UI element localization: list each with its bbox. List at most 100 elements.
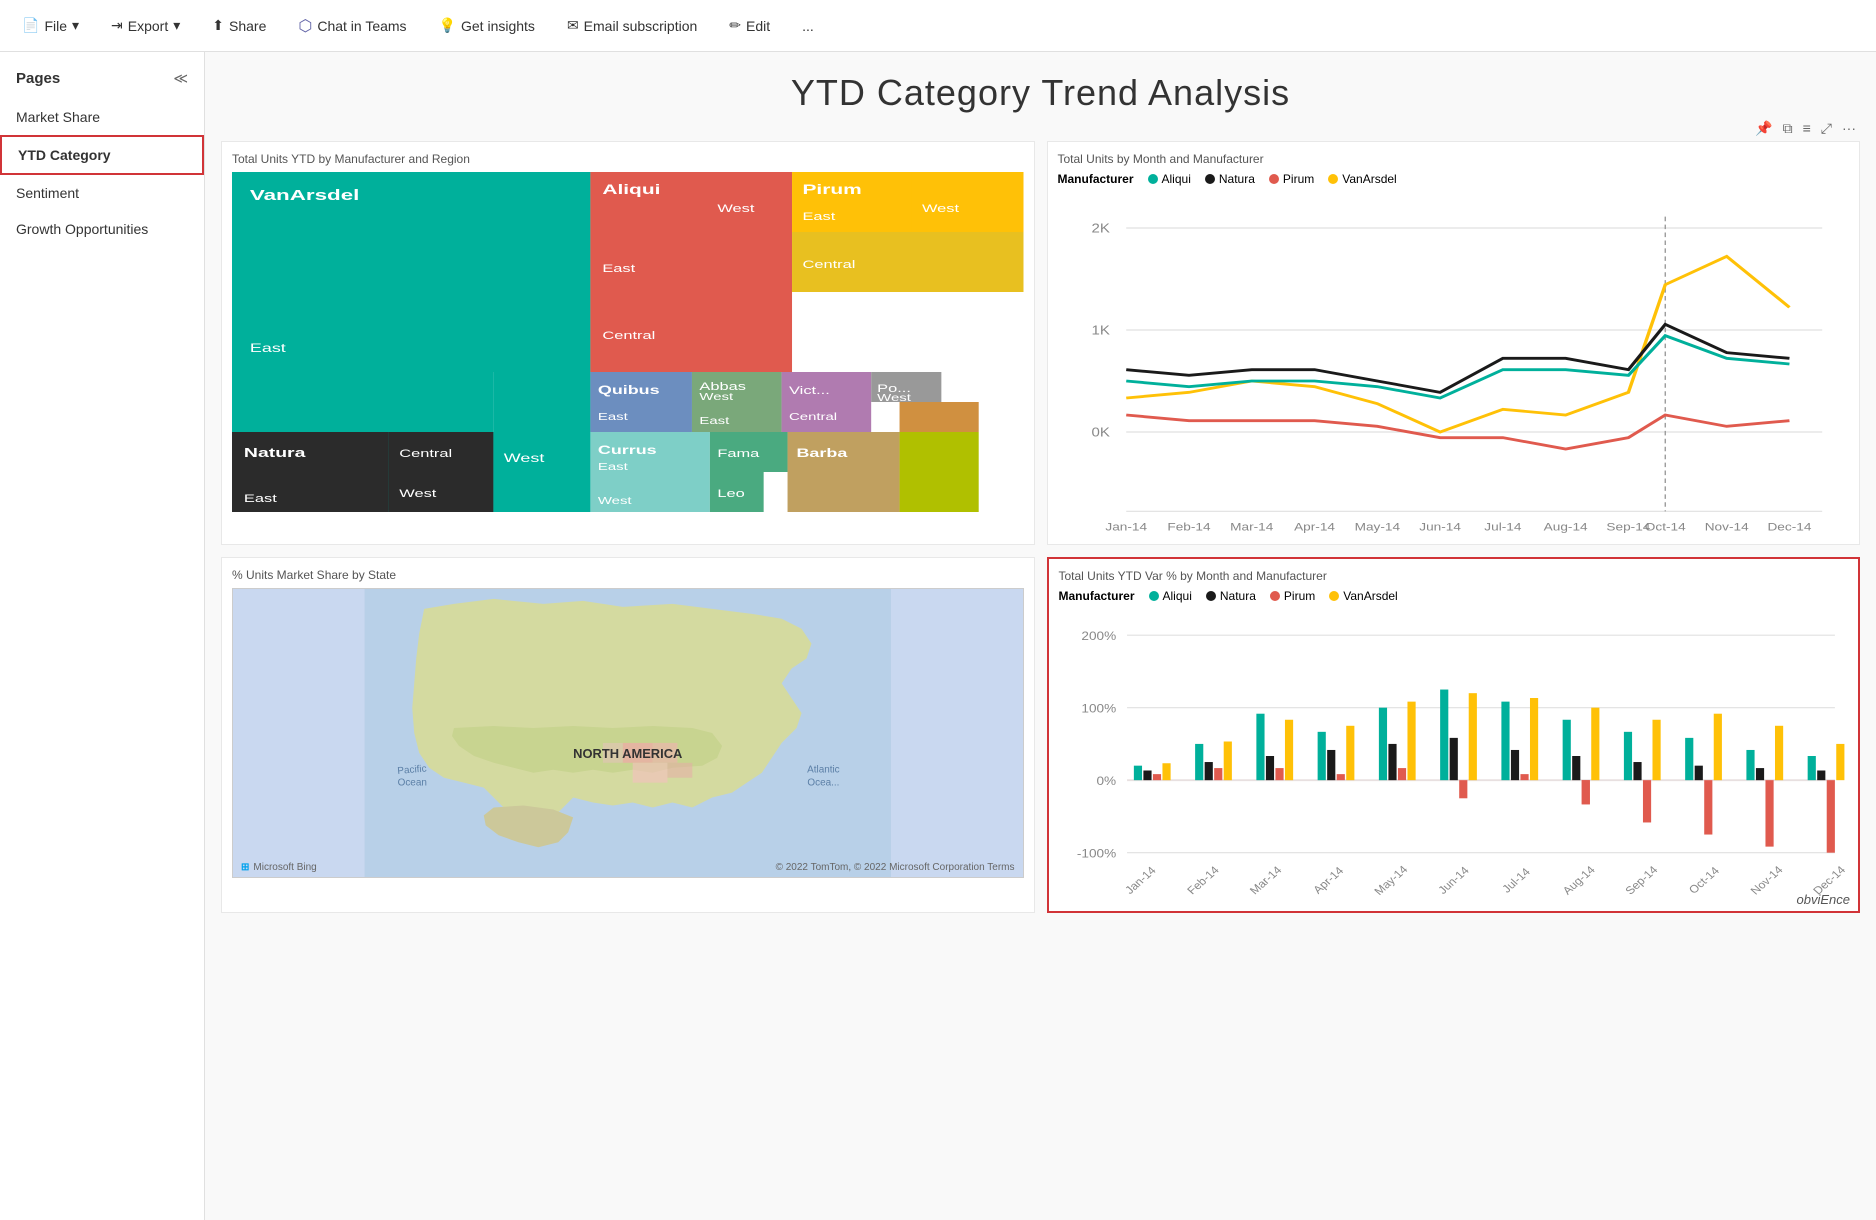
line-chart-visual[interactable]: 2K 1K 0K (1058, 194, 1850, 534)
svg-text:Jul-14: Jul-14 (1500, 866, 1533, 895)
watermark: obviEnce (1797, 892, 1850, 907)
edit-icon: ✏ (729, 17, 741, 34)
svg-text:VanArsdel: VanArsdel (250, 187, 359, 204)
charts-top-row: Total Units YTD by Manufacturer and Regi… (221, 141, 1860, 545)
sidebar: Pages ≪ Market Share YTD Category Sentim… (0, 52, 205, 1220)
bar-legend-manufacturer-label: Manufacturer (1059, 589, 1135, 603)
svg-text:100%: 100% (1081, 701, 1116, 715)
treemap-chart: Total Units YTD by Manufacturer and Regi… (221, 141, 1035, 545)
file-menu[interactable]: 📄 File ▾ (16, 13, 85, 38)
svg-text:Jun-14: Jun-14 (1436, 865, 1472, 897)
svg-text:Central: Central (399, 447, 452, 460)
svg-text:East: East (244, 492, 277, 505)
share-icon: ⬆ (212, 17, 224, 34)
svg-text:May-14: May-14 (1372, 864, 1410, 898)
svg-text:West: West (598, 495, 632, 506)
fullscreen-icon[interactable]: ⤢ (1821, 120, 1832, 137)
svg-text:Feb-14: Feb-14 (1167, 521, 1210, 534)
legend-aliqui: Aliqui (1148, 172, 1191, 186)
report-more-icon[interactable]: ··· (1842, 120, 1856, 137)
svg-text:Oct-14: Oct-14 (1644, 521, 1685, 534)
file-chevron-icon: ▾ (72, 17, 79, 34)
legend-pirum: Pirum (1269, 172, 1314, 186)
svg-text:0%: 0% (1096, 774, 1116, 788)
svg-text:Currus: Currus (598, 444, 657, 457)
sidebar-item-growth-opportunities[interactable]: Growth Opportunities (0, 211, 204, 247)
svg-text:Central: Central (602, 329, 655, 342)
export-menu[interactable]: ⇥ Export ▾ (105, 13, 186, 38)
svg-text:East: East (602, 262, 635, 275)
svg-text:Barba: Barba (797, 447, 848, 460)
get-insights-button[interactable]: 💡 Get insights (433, 13, 541, 38)
charts-bottom-row: % Units Market Share by State (221, 557, 1860, 913)
copy-icon[interactable]: ⧉ (1783, 120, 1793, 137)
svg-text:Atlantic: Atlantic (807, 765, 840, 776)
bar-chart: Total Units YTD Var % by Month and Manuf… (1047, 557, 1861, 913)
page-title-area: YTD Category Trend Analysis (221, 62, 1860, 120)
insights-icon: 💡 (439, 17, 456, 34)
edit-button[interactable]: ✏ Edit (723, 13, 776, 38)
svg-text:Fama: Fama (717, 447, 759, 460)
bar-legend-pirum: Pirum (1270, 589, 1315, 603)
svg-text:Nov-14: Nov-14 (1748, 864, 1785, 897)
svg-text:Vict...: Vict... (789, 384, 830, 397)
map-visual[interactable]: NORTH AMERICA Pacific Ocean Atlantic Oce… (232, 588, 1024, 878)
map-chart: % Units Market Share by State (221, 557, 1035, 913)
svg-text:Quibus: Quibus (598, 384, 660, 397)
chat-in-teams-button[interactable]: ⬡ Chat in Teams (292, 12, 412, 40)
legend-vanarsdel: VanArsdel (1328, 172, 1396, 186)
svg-text:Ocean: Ocean (398, 778, 427, 789)
svg-text:West: West (399, 487, 436, 500)
treemap-visual[interactable]: VanArsdel East Central West Natura Ea (232, 172, 1024, 512)
svg-text:East: East (250, 342, 287, 355)
sidebar-item-ytd-category[interactable]: YTD Category (0, 135, 204, 175)
svg-text:May-14: May-14 (1354, 521, 1399, 534)
legend-natura: Natura (1205, 172, 1255, 186)
svg-text:East: East (598, 411, 628, 422)
svg-text:Nov-14: Nov-14 (1704, 521, 1748, 534)
svg-text:West: West (717, 202, 754, 215)
svg-text:1K: 1K (1091, 324, 1110, 338)
svg-text:Aug-14: Aug-14 (1543, 521, 1587, 534)
svg-text:Aug-14: Aug-14 (1561, 864, 1598, 897)
bar-legend-aliqui: Aliqui (1149, 589, 1192, 603)
bar-chart-visual[interactable]: 200% 100% 0% -100% (1059, 611, 1849, 901)
line-chart-legend: Manufacturer Aliqui Natura Pirum VanArsd… (1058, 172, 1850, 186)
filter-icon[interactable]: ≡ (1803, 120, 1811, 137)
pin-icon[interactable]: 📌 (1755, 120, 1772, 137)
email-subscription-button[interactable]: ✉ Email subscription (561, 13, 703, 38)
svg-text:200%: 200% (1081, 629, 1116, 643)
sidebar-item-sentiment[interactable]: Sentiment (0, 175, 204, 211)
sidebar-collapse-icon[interactable]: ≪ (173, 70, 188, 87)
svg-text:Mar-14: Mar-14 (1230, 521, 1273, 534)
svg-text:Apr-14: Apr-14 (1294, 521, 1335, 534)
page-title: YTD Category Trend Analysis (221, 72, 1860, 114)
sidebar-item-market-share[interactable]: Market Share (0, 99, 204, 135)
map-copyright: © 2022 TomTom, © 2022 Microsoft Corporat… (776, 862, 1015, 873)
svg-text:Natura: Natura (244, 445, 306, 460)
svg-text:Jun-14: Jun-14 (1419, 521, 1461, 534)
share-button[interactable]: ⬆ Share (206, 13, 272, 38)
svg-text:Dec-14: Dec-14 (1767, 521, 1811, 534)
svg-text:Sep-14: Sep-14 (1623, 864, 1660, 897)
svg-text:0K: 0K (1091, 426, 1110, 440)
main-area: Pages ≪ Market Share YTD Category Sentim… (0, 52, 1876, 1220)
svg-text:2K: 2K (1091, 222, 1110, 236)
bar-chart-title: Total Units YTD Var % by Month and Manuf… (1059, 569, 1849, 583)
svg-text:West: West (877, 392, 911, 403)
map-title: % Units Market Share by State (232, 568, 1024, 582)
legend-manufacturer-label: Manufacturer (1058, 172, 1134, 186)
svg-text:West: West (699, 391, 733, 402)
bar-legend-natura: Natura (1206, 589, 1256, 603)
svg-text:Oct-14: Oct-14 (1687, 865, 1722, 896)
svg-text:Jan-14: Jan-14 (1105, 521, 1147, 534)
svg-text:Central: Central (802, 258, 855, 271)
email-icon: ✉ (567, 17, 579, 34)
svg-text:NORTH AMERICA: NORTH AMERICA (573, 746, 682, 761)
export-icon: ⇥ (111, 17, 123, 34)
more-options-button[interactable]: ... (796, 14, 820, 38)
bing-logo: ⊞ Microsoft Bing (241, 862, 317, 873)
bar-legend-vanarsdel: VanArsdel (1329, 589, 1397, 603)
svg-text:Leo: Leo (717, 487, 745, 500)
svg-text:East: East (598, 461, 628, 472)
